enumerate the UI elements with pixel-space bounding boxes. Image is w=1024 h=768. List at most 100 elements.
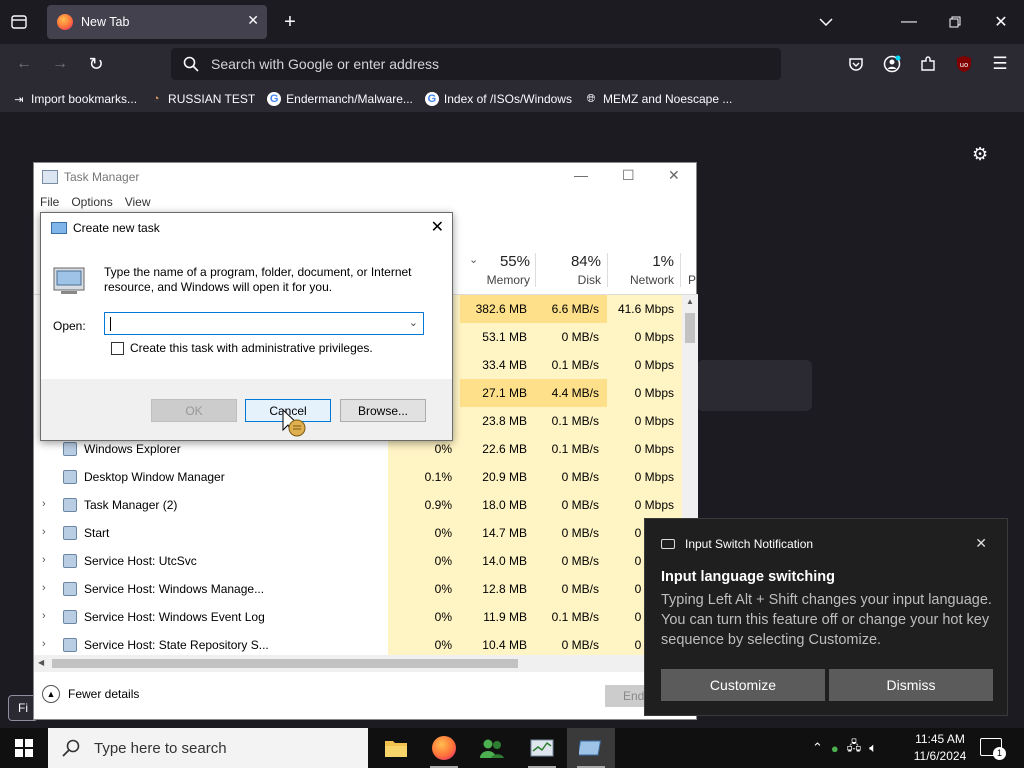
notification-close-icon[interactable]: ✕ [975,535,987,552]
run-icon [51,222,67,234]
tab-bar: New Tab ✕ + — ✕ [0,0,1024,44]
scroll-up-icon[interactable]: ▲ [686,297,694,306]
network-icon[interactable]: 🖧︎ [847,737,862,759]
browse-button[interactable]: Browse... [340,399,426,422]
scroll-thumb-horizontal[interactable] [52,659,518,668]
column-memory[interactable]: 55% Memory [474,253,530,287]
ok-button[interactable]: OK [151,399,237,422]
table-row[interactable]: ›Service Host: UtcSvc0%14.0 MB0 MB/s0 Mb… [34,547,682,575]
ublock-origin-icon[interactable]: uo [954,54,974,74]
taskbar-search[interactable]: Type here to search [48,728,368,768]
memory-cell: 18.0 MB [460,491,535,519]
scroll-thumb[interactable] [685,313,695,343]
menu-view[interactable]: View [125,195,151,209]
back-arrow-icon[interactable]: ← [14,54,34,74]
expand-chevron-icon[interactable]: › [42,498,46,510]
google-icon: G [424,92,439,106]
clock-date: 11/6/2024 [913,749,967,763]
create-new-task-dialog: Create new task ✕ Type the name of a pro… [40,212,453,441]
fewer-details-button[interactable]: ▲ Fewer details [42,685,139,703]
notification-title: Input language switching [661,569,835,585]
disk-cell: 0.1 MB/s [535,435,607,463]
settings-gear-icon[interactable]: ⚙ [972,144,988,165]
tm-maximize-icon[interactable]: ☐ [622,167,635,184]
task-manager-app[interactable] [518,728,566,768]
column-disk[interactable]: 84% Disk [535,253,601,287]
show-hidden-icons-chevron-icon[interactable]: ⌃ [812,740,823,756]
table-row[interactable]: › Service Host: Windows Manage... 0% 12.8 M… [34,575,682,603]
shortcut-tile[interactable] [697,360,812,411]
table-row[interactable]: Desktop Window Manager 0.1% 20.9 MB 0 MB/s 0… [34,463,682,491]
disk-cell: 0.1 MB/s [535,351,607,379]
dismiss-button[interactable]: Dismiss [829,669,993,701]
menu-file[interactable]: File [40,195,59,209]
dialog-title: Create new task [73,221,160,235]
process-name: Service Host: Windows Event Log [84,610,265,624]
run-program-icon [53,265,87,298]
reload-icon[interactable]: ↻ [86,54,106,74]
table-row[interactable]: ›Start0%14.7 MB0 MB/s0 Mbps [34,519,682,547]
disk-cell: 4.4 MB/s [535,379,607,407]
column-power[interactable]: P [680,253,696,287]
globe-icon: 🌐︎ [586,92,596,105]
pocket-icon[interactable] [846,54,866,74]
people-app[interactable] [468,728,516,768]
cpu-cell: 0% [388,519,460,547]
bookmark-isos[interactable]: G Index of /ISOs/Windows [424,92,572,106]
notification-body: Typing Left Alt + Shift changes your inp… [661,592,992,648]
new-tab-plus-icon[interactable]: + [280,11,300,33]
admin-checkbox[interactable]: Create this task with administrative pri… [111,341,373,355]
bookmark-endermanch[interactable]: G Endermanch/Malware... [267,92,413,106]
memory-cell: 33.4 MB [460,351,535,379]
close-window-icon[interactable]: ✕ [992,12,1010,32]
menu-options[interactable]: Options [71,195,112,209]
extensions-puzzle-icon[interactable] [918,54,938,74]
menu-hamburger-icon[interactable]: ☰ [990,54,1010,74]
account-icon[interactable] [882,54,902,74]
expand-chevron-icon[interactable]: › [42,526,46,538]
chevron-up-icon: ▲ [42,685,60,703]
scroll-left-icon[interactable]: ◀ [38,658,44,667]
open-input[interactable]: ⌄ [104,312,424,335]
expand-chevron-icon[interactable]: › [42,554,46,566]
list-tabs-chevron-icon[interactable] [816,12,836,32]
tab-new-tab[interactable]: New Tab ✕ [47,5,267,39]
windows-logo-icon [15,739,33,757]
file-explorer-app[interactable] [372,728,420,768]
run-app[interactable] [567,728,615,768]
table-row[interactable]: › Service Host: Windows Event Log 0% 11.9 M… [34,603,682,631]
forward-arrow-icon[interactable]: → [50,54,70,74]
clock[interactable]: 11:45 AM 11/6/2024 [908,731,972,765]
restore-icon[interactable] [946,12,964,32]
action-center-icon[interactable]: 1 [980,738,1006,760]
bookmark-import[interactable]: ⇥ Import bookmarks... [12,92,137,106]
volume-icon[interactable]: 🔈︎ [869,740,877,756]
start-button[interactable] [0,728,48,768]
column-network[interactable]: 1% Network [607,253,674,287]
tm-close-icon[interactable]: ✕ [668,167,680,184]
disk-cell: 0 MB/s [535,575,607,603]
close-tab-icon[interactable]: ✕ [247,12,259,29]
process-name: Desktop Window Manager [84,470,225,484]
minimize-icon[interactable]: — [900,12,918,32]
table-row[interactable]: › Task Manager (2) 0.9% 18.0 MB 0 MB/s 0 Mbps [34,491,682,519]
process-name: Task Manager (2) [84,498,178,512]
people-tray-icon[interactable]: ● [831,741,839,756]
horizontal-scrollbar[interactable]: ◀ [34,655,682,672]
expand-chevron-icon[interactable]: › [42,610,46,622]
expand-chevron-icon[interactable]: › [42,638,46,650]
dropdown-chevron-icon[interactable]: ⌄ [409,316,418,329]
bookmark-memz[interactable]: 🌐︎ MEMZ and Noescape ... [584,92,733,106]
tm-minimize-icon[interactable]: — [574,167,588,183]
checkbox-box[interactable] [111,341,124,355]
expand-chevron-icon[interactable]: › [42,582,46,594]
url-bar[interactable]: Search with Google or enter address [171,48,781,80]
customize-button[interactable]: Customize [661,669,825,701]
taskbar: Type here to search ⌃ ● 🖧︎ 🔈︎ 11:45 AM 1… [0,728,1024,768]
dialog-close-icon[interactable]: ✕ [431,217,444,237]
clock-time: 11:45 AM [915,732,965,746]
firefox-app[interactable] [420,728,468,768]
bookmark-russian-test[interactable]: ◔ RUSSIAN TEST [149,92,255,106]
firefox-view-icon[interactable] [8,12,30,32]
network-cell: 0 Mbps [607,323,682,351]
